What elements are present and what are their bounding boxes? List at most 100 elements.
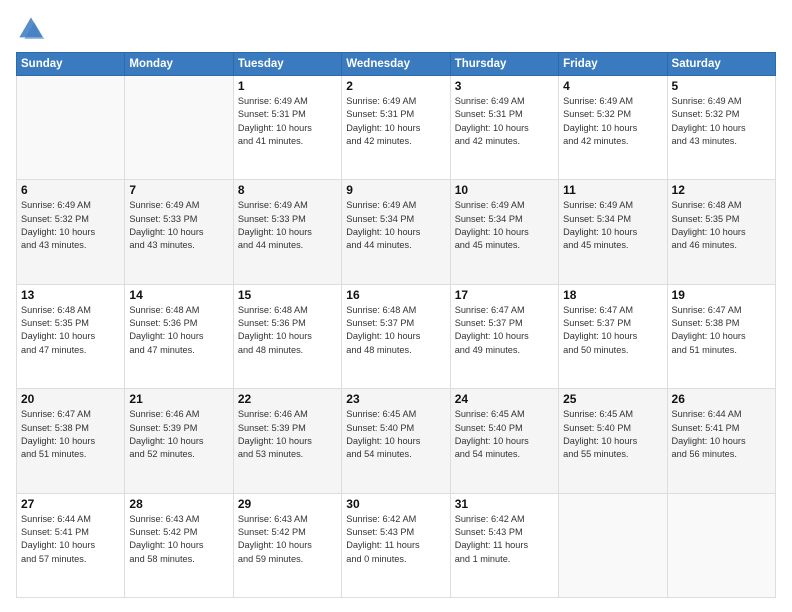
day-number: 4 xyxy=(563,79,662,93)
calendar-cell: 24 Sunrise: 6:45 AM Sunset: 5:40 PM Dayli… xyxy=(450,389,558,493)
day-number: 18 xyxy=(563,288,662,302)
day-info: Sunrise: 6:42 AM Sunset: 5:43 PM Dayligh… xyxy=(346,513,445,566)
day-info: Sunrise: 6:44 AM Sunset: 5:41 PM Dayligh… xyxy=(21,513,120,566)
calendar-cell: 2Sunrise: 6:49 AM Sunset: 5:31 PM Daylig… xyxy=(342,76,450,180)
calendar-cell: 8 Sunrise: 6:49 AM Sunset: 5:33 PM Daylig… xyxy=(233,180,341,284)
calendar-cell: 20 Sunrise: 6:47 AM Sunset: 5:38 PM Dayli… xyxy=(17,389,125,493)
day-number: 21 xyxy=(129,392,228,406)
day-number: 15 xyxy=(238,288,337,302)
calendar-cell: 29Sunrise: 6:43 AM Sunset: 5:42 PM Dayli… xyxy=(233,493,341,597)
calendar-table: SundayMondayTuesdayWednesdayThursdayFrid… xyxy=(16,52,776,598)
day-number: 22 xyxy=(238,392,337,406)
calendar-week-row: 27 Sunrise: 6:44 AM Sunset: 5:41 PM Dayli… xyxy=(17,493,776,597)
day-number: 6 xyxy=(21,183,120,197)
day-info: Sunrise: 6:47 AM Sunset: 5:38 PM Dayligh… xyxy=(21,408,120,461)
day-number: 20 xyxy=(21,392,120,406)
day-info: Sunrise: 6:49 AM Sunset: 5:32 PM Dayligh… xyxy=(21,199,120,252)
calendar-cell: 15Sunrise: 6:48 AM Sunset: 5:36 PM Dayli… xyxy=(233,284,341,388)
calendar-cell: 12 Sunrise: 6:48 AM Sunset: 5:35 PM Dayli… xyxy=(667,180,775,284)
calendar-cell: 31 Sunrise: 6:42 AM Sunset: 5:43 PM Dayli… xyxy=(450,493,558,597)
calendar-cell xyxy=(17,76,125,180)
day-number: 28 xyxy=(129,497,228,511)
day-info: Sunrise: 6:49 AM Sunset: 5:32 PM Dayligh… xyxy=(672,95,771,148)
calendar-cell: 5 Sunrise: 6:49 AM Sunset: 5:32 PM Daylig… xyxy=(667,76,775,180)
day-number: 16 xyxy=(346,288,445,302)
calendar-cell: 14 Sunrise: 6:48 AM Sunset: 5:36 PM Dayli… xyxy=(125,284,233,388)
day-info: Sunrise: 6:43 AM Sunset: 5:42 PM Dayligh… xyxy=(129,513,228,566)
calendar-cell xyxy=(667,493,775,597)
day-info: Sunrise: 6:49 AM Sunset: 5:33 PM Dayligh… xyxy=(129,199,228,252)
day-info: Sunrise: 6:49 AM Sunset: 5:34 PM Dayligh… xyxy=(346,199,445,252)
logo xyxy=(16,14,50,44)
day-info: Sunrise: 6:47 AM Sunset: 5:37 PM Dayligh… xyxy=(455,304,554,357)
day-info: Sunrise: 6:47 AM Sunset: 5:38 PM Dayligh… xyxy=(672,304,771,357)
day-info: Sunrise: 6:48 AM Sunset: 5:36 PM Dayligh… xyxy=(129,304,228,357)
day-number: 13 xyxy=(21,288,120,302)
day-number: 17 xyxy=(455,288,554,302)
day-number: 23 xyxy=(346,392,445,406)
col-header-tuesday: Tuesday xyxy=(233,53,341,76)
calendar-cell: 3 Sunrise: 6:49 AM Sunset: 5:31 PM Daylig… xyxy=(450,76,558,180)
header xyxy=(16,14,776,44)
calendar-cell: 25 Sunrise: 6:45 AM Sunset: 5:40 PM Dayli… xyxy=(559,389,667,493)
day-info: Sunrise: 6:49 AM Sunset: 5:33 PM Dayligh… xyxy=(238,199,337,252)
calendar-week-row: 1 Sunrise: 6:49 AM Sunset: 5:31 PM Daylig… xyxy=(17,76,776,180)
col-header-friday: Friday xyxy=(559,53,667,76)
day-info: Sunrise: 6:45 AM Sunset: 5:40 PM Dayligh… xyxy=(563,408,662,461)
calendar-cell: 10Sunrise: 6:49 AM Sunset: 5:34 PM Dayli… xyxy=(450,180,558,284)
calendar-cell: 23 Sunrise: 6:45 AM Sunset: 5:40 PM Dayli… xyxy=(342,389,450,493)
calendar-cell xyxy=(125,76,233,180)
day-number: 1 xyxy=(238,79,337,93)
day-number: 11 xyxy=(563,183,662,197)
day-number: 19 xyxy=(672,288,771,302)
col-header-thursday: Thursday xyxy=(450,53,558,76)
calendar-cell: 30 Sunrise: 6:42 AM Sunset: 5:43 PM Dayli… xyxy=(342,493,450,597)
calendar-cell: 27 Sunrise: 6:44 AM Sunset: 5:41 PM Dayli… xyxy=(17,493,125,597)
day-number: 5 xyxy=(672,79,771,93)
col-header-sunday: Sunday xyxy=(17,53,125,76)
col-header-saturday: Saturday xyxy=(667,53,775,76)
day-number: 3 xyxy=(455,79,554,93)
calendar-cell: 11 Sunrise: 6:49 AM Sunset: 5:34 PM Dayli… xyxy=(559,180,667,284)
day-info: Sunrise: 6:42 AM Sunset: 5:43 PM Dayligh… xyxy=(455,513,554,566)
day-number: 8 xyxy=(238,183,337,197)
day-info: Sunrise: 6:49 AM Sunset: 5:31 PM Dayligh… xyxy=(346,95,445,148)
day-info: Sunrise: 6:49 AM Sunset: 5:31 PM Dayligh… xyxy=(455,95,554,148)
day-info: Sunrise: 6:43 AM Sunset: 5:42 PM Dayligh… xyxy=(238,513,337,566)
day-info: Sunrise: 6:45 AM Sunset: 5:40 PM Dayligh… xyxy=(455,408,554,461)
day-number: 7 xyxy=(129,183,228,197)
day-number: 9 xyxy=(346,183,445,197)
col-header-wednesday: Wednesday xyxy=(342,53,450,76)
day-number: 25 xyxy=(563,392,662,406)
calendar-cell: 21 Sunrise: 6:46 AM Sunset: 5:39 PM Dayli… xyxy=(125,389,233,493)
col-header-monday: Monday xyxy=(125,53,233,76)
calendar-cell: 22 Sunrise: 6:46 AM Sunset: 5:39 PM Dayli… xyxy=(233,389,341,493)
calendar-week-row: 6 Sunrise: 6:49 AM Sunset: 5:32 PM Daylig… xyxy=(17,180,776,284)
day-info: Sunrise: 6:46 AM Sunset: 5:39 PM Dayligh… xyxy=(238,408,337,461)
logo-icon xyxy=(16,14,46,44)
calendar-cell: 16 Sunrise: 6:48 AM Sunset: 5:37 PM Dayli… xyxy=(342,284,450,388)
day-info: Sunrise: 6:46 AM Sunset: 5:39 PM Dayligh… xyxy=(129,408,228,461)
day-number: 14 xyxy=(129,288,228,302)
day-number: 24 xyxy=(455,392,554,406)
day-number: 10 xyxy=(455,183,554,197)
day-number: 12 xyxy=(672,183,771,197)
calendar-cell: 28 Sunrise: 6:43 AM Sunset: 5:42 PM Dayli… xyxy=(125,493,233,597)
calendar-cell: 1Sunrise: 6:49 AM Sunset: 5:31 PM Daylig… xyxy=(233,76,341,180)
calendar-week-row: 20 Sunrise: 6:47 AM Sunset: 5:38 PM Dayli… xyxy=(17,389,776,493)
day-info: Sunrise: 6:48 AM Sunset: 5:35 PM Dayligh… xyxy=(21,304,120,357)
day-info: Sunrise: 6:44 AM Sunset: 5:41 PM Dayligh… xyxy=(672,408,771,461)
day-number: 31 xyxy=(455,497,554,511)
day-info: Sunrise: 6:48 AM Sunset: 5:37 PM Dayligh… xyxy=(346,304,445,357)
calendar-cell: 26 Sunrise: 6:44 AM Sunset: 5:41 PM Dayli… xyxy=(667,389,775,493)
day-info: Sunrise: 6:49 AM Sunset: 5:34 PM Dayligh… xyxy=(563,199,662,252)
day-info: Sunrise: 6:48 AM Sunset: 5:35 PM Dayligh… xyxy=(672,199,771,252)
calendar-week-row: 13 Sunrise: 6:48 AM Sunset: 5:35 PM Dayli… xyxy=(17,284,776,388)
day-number: 30 xyxy=(346,497,445,511)
day-number: 26 xyxy=(672,392,771,406)
day-number: 27 xyxy=(21,497,120,511)
page: SundayMondayTuesdayWednesdayThursdayFrid… xyxy=(0,0,792,612)
day-info: Sunrise: 6:45 AM Sunset: 5:40 PM Dayligh… xyxy=(346,408,445,461)
calendar-cell: 18Sunrise: 6:47 AM Sunset: 5:37 PM Dayli… xyxy=(559,284,667,388)
calendar-cell: 19 Sunrise: 6:47 AM Sunset: 5:38 PM Dayli… xyxy=(667,284,775,388)
